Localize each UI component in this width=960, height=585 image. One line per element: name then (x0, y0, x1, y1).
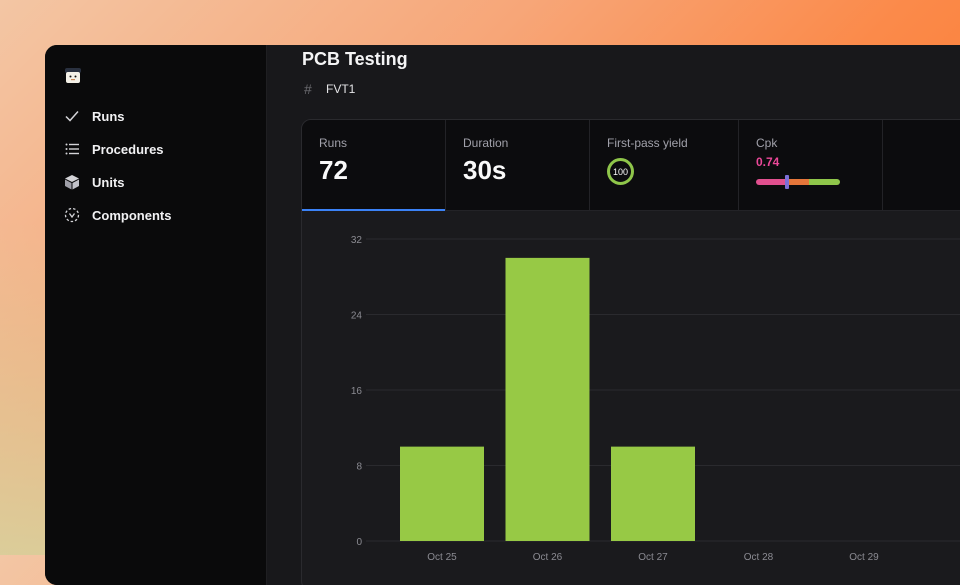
component-icon (63, 206, 81, 224)
app-logo-icon[interactable] (63, 65, 83, 85)
x-tick-label: Oct 25 (427, 552, 457, 563)
x-tick-label: Oct 28 (744, 552, 774, 563)
sidebar-item-label: Components (92, 207, 172, 223)
stat-label: Cpk (756, 136, 778, 150)
stat-label: Duration (463, 136, 509, 150)
stat-runs[interactable]: Runs 72 (302, 120, 446, 211)
y-tick-label: 8 (356, 462, 362, 473)
sidebar-item-runs[interactable]: Runs (63, 104, 125, 128)
sidebar-item-label: Procedures (92, 141, 164, 157)
y-tick-label: 0 (356, 537, 362, 548)
cpk-range-bar (756, 179, 840, 185)
stat-label: First-pass yield (607, 136, 688, 150)
main-content: PCB Testing # FVT1 Runs 72 Duration 30s … (267, 45, 960, 585)
stat-value: 30s (463, 155, 507, 185)
runs-bar-chart: 0 8 16 24 32 Oct 25 Oct 26 Oct 27 Oct 28 Oct 29 (351, 235, 960, 563)
analytics-card: Runs 72 Duration 30s First-pass yield 10… (301, 119, 960, 585)
bar[interactable] (400, 446, 484, 541)
cpk-marker (785, 175, 789, 189)
procedure-name[interactable]: FVT1 (326, 82, 355, 96)
stat-value: 72 (319, 155, 348, 185)
bar[interactable] (611, 446, 695, 541)
stat-first-pass-yield[interactable]: First-pass yield 100 (590, 120, 739, 210)
bar[interactable] (505, 257, 590, 541)
x-tick-label: Oct 27 (638, 552, 668, 563)
sidebar-item-units[interactable]: Units (63, 170, 125, 194)
page-title: PCB Testing (302, 49, 408, 69)
app-window: Runs Procedures Units Components PCB Tes… (45, 45, 960, 585)
x-tick-label: Oct 29 (849, 552, 879, 563)
x-tick-label: Oct 26 (533, 552, 563, 563)
y-tick-label: 32 (351, 235, 363, 246)
list-icon (63, 140, 81, 158)
stat-cpk[interactable]: Cpk 0.74 (739, 120, 883, 210)
y-tick-label: 16 (351, 386, 363, 397)
stats-row: Runs 72 Duration 30s First-pass yield 10… (302, 120, 960, 211)
y-tick-label: 24 (351, 311, 363, 322)
check-icon (63, 107, 81, 125)
sidebar-item-label: Units (92, 174, 125, 190)
yield-ring: 100 (607, 158, 634, 185)
stat-label: Runs (319, 136, 348, 150)
sidebar-item-procedures[interactable]: Procedures (63, 137, 164, 161)
cpk-value: 0.74 (756, 155, 780, 169)
sidebar: Runs Procedures Units Components (45, 45, 267, 585)
stat-empty (883, 120, 960, 210)
hash-icon: # (304, 81, 312, 97)
sidebar-item-components[interactable]: Components (63, 203, 171, 227)
stat-duration[interactable]: Duration 30s (446, 120, 590, 210)
cube-icon (63, 173, 81, 191)
sidebar-item-label: Runs (92, 108, 125, 124)
